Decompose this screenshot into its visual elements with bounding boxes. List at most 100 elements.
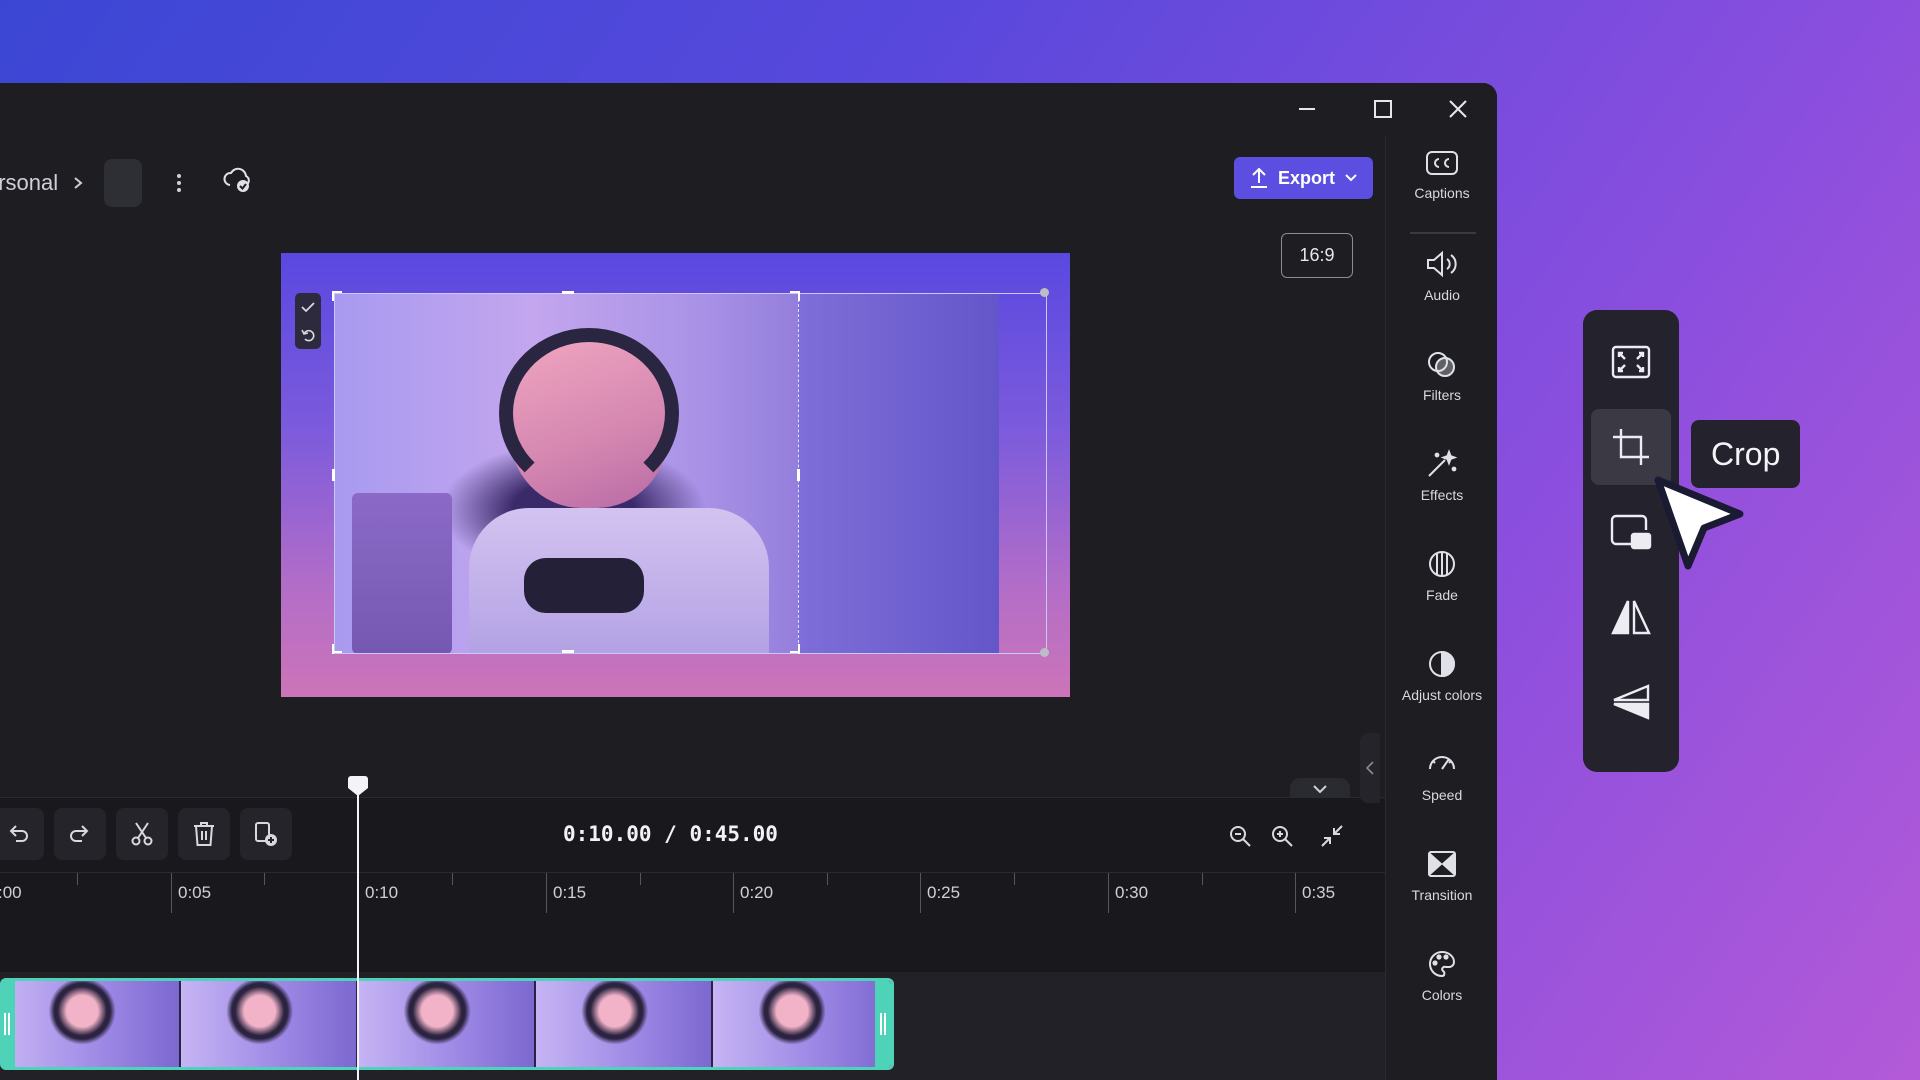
colors-label: Colors bbox=[1421, 987, 1463, 1003]
filters-icon bbox=[1428, 352, 1455, 377]
resize-handle-br[interactable] bbox=[1040, 648, 1049, 657]
transition-tab[interactable]: Transition bbox=[1386, 835, 1497, 925]
colors-tab[interactable]: Colors bbox=[1386, 935, 1497, 1025]
close-button[interactable] bbox=[1434, 93, 1482, 125]
breadcrumb-workspace[interactable]: ersonal bbox=[0, 170, 58, 196]
properties-panel: Captions Audio Filters Effects Fade Adju… bbox=[1385, 135, 1497, 1080]
close-icon bbox=[1449, 100, 1467, 118]
fit-timeline-button[interactable] bbox=[1314, 818, 1350, 854]
filters-label: Filters bbox=[1422, 387, 1462, 403]
picture-in-picture-icon bbox=[1610, 514, 1652, 550]
project-name-field[interactable] bbox=[104, 159, 143, 207]
zoom-out-icon bbox=[1230, 826, 1251, 847]
crop-icon bbox=[1613, 429, 1649, 465]
top-bar: ersonal bbox=[0, 135, 1385, 207]
delete-button[interactable] bbox=[178, 808, 230, 860]
tick-label: 0:05 bbox=[178, 883, 212, 902]
ruler-tick bbox=[77, 873, 78, 885]
clip-thumbnail bbox=[180, 981, 359, 1067]
timeline-ruler[interactable]: :00 0:05 0:10 0:15 0:20 0:25 0:30 0:35 bbox=[0, 872, 1385, 913]
scissors-icon bbox=[131, 822, 153, 846]
duplicate-button[interactable] bbox=[240, 808, 292, 860]
audio-tab[interactable]: Audio bbox=[1386, 235, 1497, 325]
video-track bbox=[0, 972, 1385, 1080]
flip-vertical-button[interactable] bbox=[1591, 664, 1671, 740]
flip-vertical-icon bbox=[1613, 684, 1650, 720]
timecode-display: 0:10.00 / 0:45.00 bbox=[563, 822, 778, 846]
fit-icon bbox=[1611, 345, 1651, 379]
chair-shape bbox=[352, 493, 452, 654]
chevron-right-icon bbox=[74, 177, 83, 189]
filters-tab[interactable]: Filters bbox=[1386, 335, 1497, 425]
ruler-tick bbox=[920, 873, 921, 913]
aspect-ratio-button[interactable]: 16:9 bbox=[1281, 233, 1353, 278]
chevron-down-icon bbox=[1345, 174, 1357, 182]
zoom-in-icon bbox=[1272, 826, 1293, 847]
cloud-sync-status[interactable] bbox=[222, 167, 252, 199]
ruler-tick bbox=[640, 873, 641, 885]
title-bar bbox=[0, 83, 1497, 135]
tick-label: 0:10 bbox=[365, 883, 399, 902]
ruler-tick bbox=[546, 873, 547, 913]
flip-horizontal-icon bbox=[1611, 600, 1651, 635]
ruler-tick bbox=[452, 873, 453, 885]
breadcrumb: ersonal bbox=[0, 159, 252, 207]
panel-divider bbox=[1410, 232, 1476, 234]
editor-window: ersonal Export 16:9 bbox=[0, 83, 1497, 1080]
fit-button[interactable] bbox=[1591, 324, 1671, 400]
zoom-out-button[interactable] bbox=[1222, 818, 1258, 854]
video-clip[interactable] bbox=[0, 978, 894, 1070]
minimize-button[interactable] bbox=[1283, 93, 1331, 125]
adjust-colors-tab[interactable]: Adjust colors bbox=[1386, 635, 1497, 725]
headset-shape bbox=[499, 328, 679, 498]
magic-wand-icon bbox=[1428, 449, 1458, 477]
speaker-icon bbox=[1427, 250, 1457, 278]
check-icon[interactable] bbox=[301, 301, 315, 313]
fade-tab[interactable]: Fade bbox=[1386, 535, 1497, 625]
clip-trim-handle-right[interactable] bbox=[875, 981, 891, 1067]
collapse-panel-button[interactable] bbox=[1360, 733, 1380, 803]
redo-icon bbox=[70, 825, 89, 842]
ruler-tick bbox=[1295, 873, 1296, 913]
fade-icon bbox=[1429, 551, 1455, 577]
collapse-arrows-icon bbox=[1321, 825, 1343, 847]
flip-horizontal-button[interactable] bbox=[1591, 579, 1671, 655]
tick-label: 0:25 bbox=[927, 883, 961, 902]
effects-label: Effects bbox=[1420, 487, 1464, 503]
palette-icon bbox=[1429, 950, 1456, 978]
clip-trim-handle-left[interactable] bbox=[3, 981, 15, 1067]
ruler-tick bbox=[827, 873, 828, 885]
resize-handle-tr[interactable] bbox=[1040, 288, 1049, 297]
undo-button[interactable] bbox=[0, 808, 44, 860]
maximize-button[interactable] bbox=[1359, 93, 1407, 125]
controller-shape bbox=[524, 558, 644, 613]
split-button[interactable] bbox=[116, 808, 168, 860]
audio-label: Audio bbox=[1424, 287, 1460, 303]
speed-label: Speed bbox=[1421, 787, 1463, 803]
tick-label: 0:30 bbox=[1115, 883, 1149, 902]
adjust-colors-label: Adjust colors bbox=[1401, 687, 1483, 703]
ruler-tick bbox=[1202, 873, 1203, 885]
undo-icon[interactable] bbox=[301, 328, 315, 342]
minimize-icon bbox=[1299, 108, 1315, 110]
crop-button[interactable] bbox=[1591, 409, 1671, 485]
timecode-total: 0:45.00 bbox=[689, 822, 778, 846]
more-options-button[interactable] bbox=[168, 168, 190, 198]
effects-tab[interactable]: Effects bbox=[1386, 435, 1497, 525]
ruler-tick bbox=[1108, 873, 1109, 913]
video-preview[interactable] bbox=[281, 253, 1070, 697]
playhead-line[interactable] bbox=[357, 778, 359, 1080]
zoom-in-button[interactable] bbox=[1264, 818, 1300, 854]
redo-button[interactable] bbox=[54, 808, 106, 860]
speed-tab[interactable]: Speed bbox=[1386, 735, 1497, 825]
crop-confirm-toolbar bbox=[295, 293, 321, 349]
captions-tab[interactable]: Captions bbox=[1386, 135, 1497, 225]
export-label: Export bbox=[1278, 167, 1336, 188]
tick-label: 0:35 bbox=[1302, 883, 1336, 902]
clip-thumbnail bbox=[358, 981, 536, 1067]
ruler-tick bbox=[1014, 873, 1015, 885]
export-button[interactable]: Export bbox=[1234, 157, 1374, 199]
speedometer-icon bbox=[1429, 756, 1455, 770]
tick-label: 0:15 bbox=[553, 883, 587, 902]
captions-label: Captions bbox=[1414, 185, 1470, 201]
